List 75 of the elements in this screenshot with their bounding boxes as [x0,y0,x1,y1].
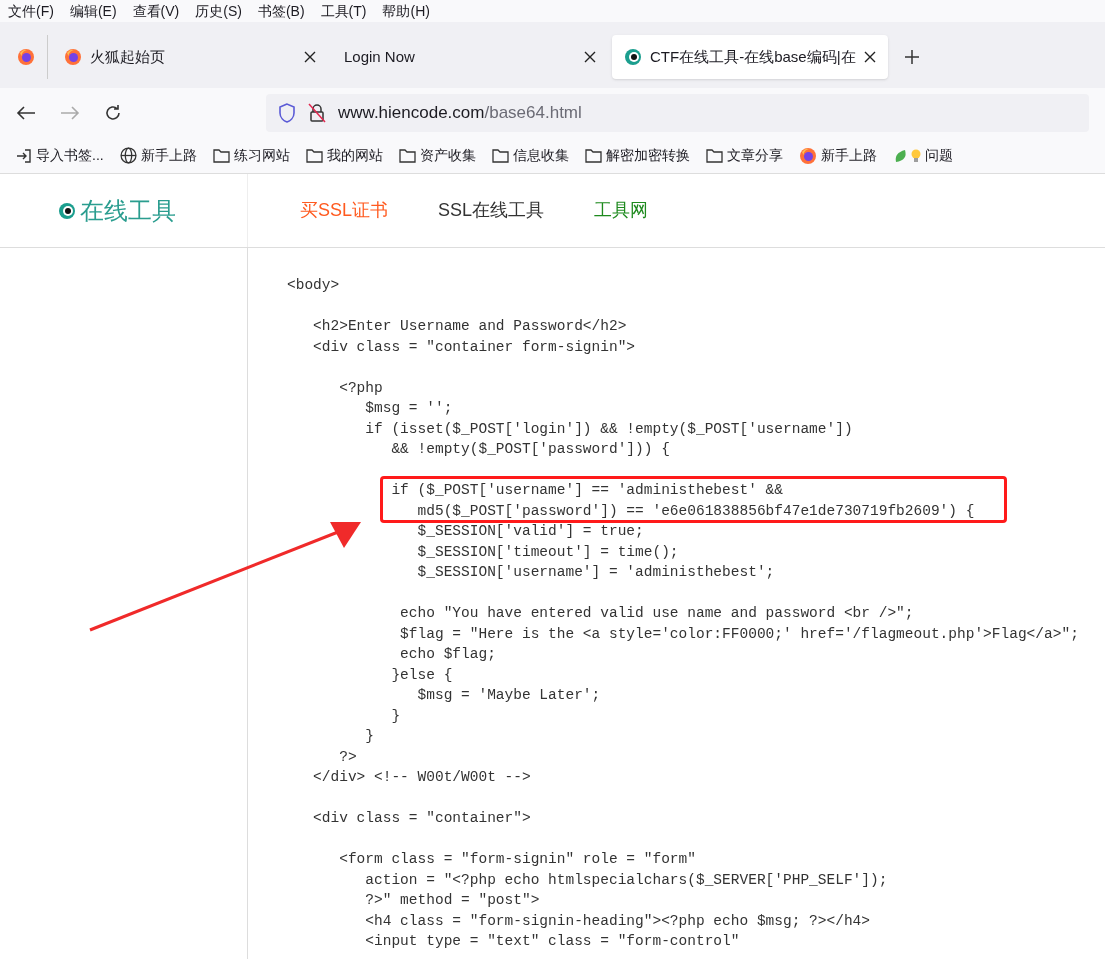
bookmark[interactable]: 练习网站 [212,145,290,166]
browser-tab[interactable]: 火狐起始页 [52,35,328,79]
menu-item[interactable]: 查看(V) [132,0,180,22]
insecure-lock-icon [308,103,326,123]
bookmark[interactable]: 解密加密转换 [584,145,690,166]
code-line: <input type = "text" class = "form-control" [364,932,740,951]
nav-link[interactable]: 工具网 [594,197,649,224]
code-line: }else { [390,665,453,685]
bookmark[interactable]: 文章分享 [705,145,783,166]
bookmark[interactable]: 资产收集 [398,145,476,166]
bookmark[interactable]: 新手上路 [798,145,877,166]
bookmark[interactable]: 信息收集 [491,145,569,166]
browser-logo-icon [16,48,35,66]
menu-item[interactable]: 帮助(H) [382,0,430,22]
close-icon[interactable] [584,51,596,63]
code-line: action = "<?php echo htmlspecialchars($_SERVER['PHP_SELF']); [364,870,888,890]
folder-icon [705,148,723,163]
import-icon [16,147,32,164]
folder-icon [491,148,509,163]
bookmark[interactable]: 新手上路 [119,145,197,166]
reload-icon[interactable] [104,104,122,122]
folder-icon [584,148,602,163]
code-line: </div> <!-- W00t/W00t --> [312,768,531,787]
code-line: } [364,727,374,746]
browser-logo-icon [798,146,817,165]
code-line: && !empty($_POST['password'])) { [390,440,670,459]
code-line: <form class = "form-signin" role = "form" [338,850,696,869]
url-text: www.hiencode.com/base64.html [338,102,582,125]
folder-icon [212,148,230,163]
code-line: ?>" method = "post"> [364,891,540,910]
code-line: if ($_POST['username'] == 'administhebest' && [390,481,783,500]
code-line: $_SESSION['username'] = 'administhebest'; [416,563,775,582]
code-line: <div class = "container form-signin"> [312,337,636,357]
code-line: if (isset($_POST['login']) && !empty($_POST['username']) [364,419,853,439]
code-line: $_SESSION['valid'] = true; [416,522,644,541]
menu-item[interactable]: 文件(F) [8,0,54,22]
bookmark[interactable]: 问题 [892,145,953,166]
nav-link[interactable]: SSL在线工具 [438,197,545,224]
folder-icon [398,148,416,163]
tab-title: Login Now [344,46,416,67]
back-icon[interactable] [16,105,36,121]
code-line: $msg = ''; [364,399,453,418]
menu-item[interactable]: 历史(S) [195,0,242,22]
tab-title: CTF在线工具-在线base编码|在 [650,46,856,67]
address-bar[interactable]: www.hiencode.com/base64.html [266,94,1089,132]
code-line: <h2>Enter Username and Password</h2> [312,317,627,336]
tab-title: 火狐起始页 [90,46,166,67]
code-line: <h4 class = "form-signin-heading"><?php echo $msg; ?></h4> [364,911,870,931]
menu-item[interactable]: 编辑(E) [69,0,117,22]
site-logo-icon [624,48,642,66]
new-tab-icon[interactable] [904,49,920,65]
code-line: echo "You have entered valid use name and password <br />"; [399,604,914,623]
code-line: <?php [338,378,383,398]
bookmark[interactable]: 我的网站 [305,145,383,166]
code-line: <body> [287,276,340,295]
code-line: } [390,706,401,726]
browser-tab[interactable]: Login Now [332,35,608,79]
close-icon[interactable] [304,51,316,63]
code-line: $flag = "Here is the <a style='color:FF0000;' href='/flagmeout.php'>Flag</a>"; [399,624,1079,644]
code-line: $_SESSION['timeout'] = time(); [416,542,679,562]
code-line: ?> [338,747,357,767]
code-line: echo $flag; [399,645,496,664]
site-logo-icon [58,201,76,220]
code-line: md5($_POST['password']) == 'e6e061838856bf47e1de730719fb2609') { [416,501,975,521]
menu-item[interactable]: 工具(T) [320,0,367,22]
globe-icon [119,147,137,164]
menu-item[interactable]: 书签(B) [257,0,305,22]
code-line: $msg = 'Maybe Later'; [416,686,601,705]
shield-icon [278,103,296,123]
folder-icon [305,148,323,163]
code-line: <div class = "container"> [312,809,531,828]
bookmark[interactable]: 导入书签... [16,145,104,166]
browser-logo-icon [64,48,82,66]
browser-tab[interactable]: CTF在线工具-在线base编码|在 [612,35,888,79]
close-icon[interactable] [864,51,876,63]
